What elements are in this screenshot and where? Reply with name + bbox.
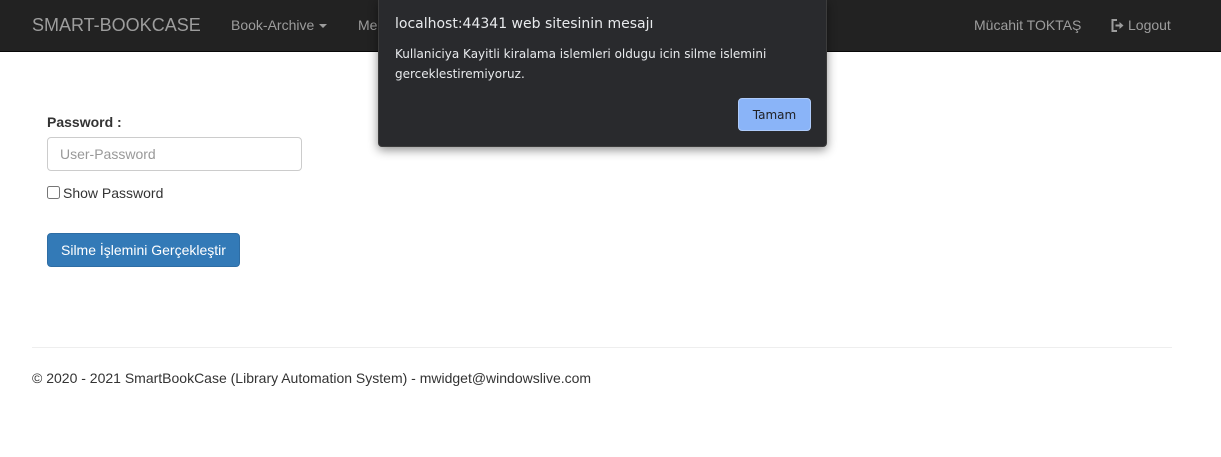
- user-name-link[interactable]: Mücahit TOKTAŞ: [974, 17, 1081, 33]
- show-password-label: Show Password: [63, 185, 164, 201]
- footer-text: © 2020 - 2021 SmartBookCase (Library Aut…: [32, 370, 592, 386]
- logout-icon: [1111, 19, 1124, 32]
- footer-divider: [32, 347, 1172, 348]
- nav-item-partial[interactable]: Me: [358, 17, 377, 33]
- delete-account-form: Password : Show Password Silme İşlemini …: [47, 114, 302, 267]
- logout-link[interactable]: Logout: [1111, 17, 1171, 33]
- password-label: Password :: [47, 114, 122, 130]
- dialog-ok-button[interactable]: Tamam: [738, 98, 811, 131]
- show-password-checkbox[interactable]: [47, 186, 60, 199]
- delete-submit-button[interactable]: Silme İşlemini Gerçekleştir: [47, 233, 240, 267]
- show-password-toggle[interactable]: Show Password: [47, 185, 163, 201]
- logout-label: Logout: [1128, 17, 1171, 33]
- brand-link[interactable]: SMART-BOOKCASE: [32, 15, 201, 36]
- nav-item-label: Book-Archive: [231, 17, 315, 33]
- dialog-title: localhost:44341 web sitesinin mesajı: [395, 16, 654, 32]
- dialog-message: Kullaniciya Kayitli kiralama islemleri o…: [395, 47, 767, 81]
- caret-down-icon: [319, 24, 328, 29]
- alert-dialog: localhost:44341 web sitesinin mesajı Kul…: [378, 0, 827, 147]
- password-input[interactable]: [47, 137, 302, 171]
- nav-item-book-archive[interactable]: Book-Archive: [231, 17, 328, 33]
